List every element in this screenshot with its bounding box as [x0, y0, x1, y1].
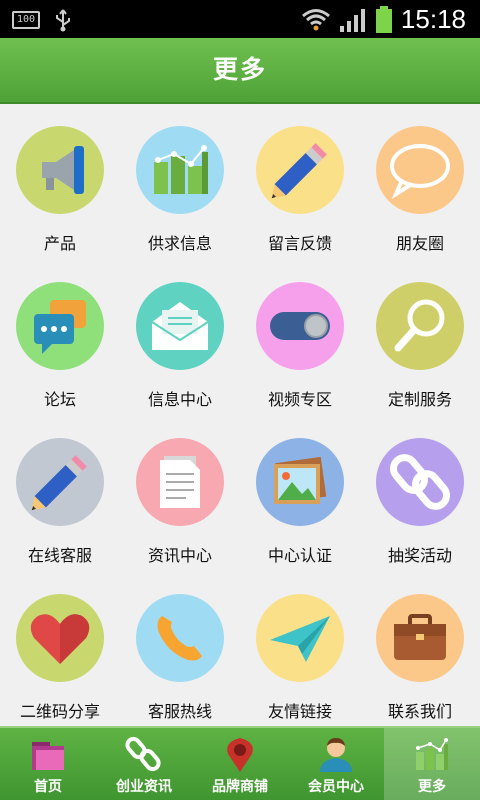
grid-item-label: 抽奖活动: [387, 546, 452, 565]
grid-item-product[interactable]: 产品: [0, 104, 120, 260]
grid-item-label: 留言反馈: [267, 234, 332, 253]
toggle-icon: [256, 282, 344, 370]
grid-item-forum[interactable]: 论坛: [0, 260, 120, 416]
megaphone-icon: [16, 126, 104, 214]
picture-icon: [256, 438, 344, 526]
grid-item-contact-us[interactable]: 联系我们: [360, 572, 480, 728]
title-bar: 更多: [0, 38, 480, 104]
tab-label: 会员中心: [308, 779, 364, 795]
tab-label: 创业资讯: [116, 779, 172, 795]
folder-icon: [32, 742, 64, 770]
grid-item-label: 中心认证: [267, 546, 332, 565]
bar-chart-icon: [136, 126, 224, 214]
grid-item-lottery[interactable]: 抽奖活动: [360, 416, 480, 572]
grid-item-label: 二维码分享: [19, 702, 100, 721]
user-icon: [320, 738, 352, 772]
grid-item-friend-links[interactable]: 友情链接: [240, 572, 360, 728]
pencil-icon: [16, 438, 104, 526]
grid-item-info-center[interactable]: 信息中心: [120, 260, 240, 416]
grid-item-supply-demand[interactable]: 供求信息: [120, 104, 240, 260]
grid-item-label: 联系我们: [387, 702, 452, 721]
grid-item-video[interactable]: 视频专区: [240, 260, 360, 416]
tab-home[interactable]: 首页: [0, 728, 96, 800]
grid-item-moments[interactable]: 朋友圈: [360, 104, 480, 260]
grid-item-label: 友情链接: [267, 702, 332, 721]
grid-item-label: 在线客服: [27, 546, 92, 565]
grid-item-hotline[interactable]: 客服热线: [120, 572, 240, 728]
document-icon: [136, 438, 224, 526]
bar-chart-icon: [416, 738, 448, 770]
feature-grid: 产品 供求信息 留言反馈 朋友圈 论坛 信息中心 视频专区 定制服务 在线客服 …: [0, 104, 480, 726]
speech-bubble-icon: [376, 126, 464, 214]
magnifier-icon: [376, 282, 464, 370]
grid-item-label: 信息中心: [147, 390, 212, 409]
wifi-icon: [301, 8, 330, 30]
grid-item-label: 定制服务: [387, 390, 452, 409]
pencil-icon: [256, 126, 344, 214]
tab-business-news[interactable]: 创业资讯: [96, 728, 192, 800]
map-pin-icon: [227, 738, 253, 772]
grid-item-custom-service[interactable]: 定制服务: [360, 260, 480, 416]
page-title: 更多: [212, 55, 267, 84]
tab-label: 更多: [418, 779, 446, 795]
grid-item-label: 视频专区: [267, 390, 332, 409]
envelope-icon: [136, 282, 224, 370]
grid-item-label: 资讯中心: [147, 546, 212, 565]
briefcase-icon: [376, 594, 464, 682]
grid-item-online-support[interactable]: 在线客服: [0, 416, 120, 572]
chat-bubbles-icon: [16, 282, 104, 370]
tab-member-center[interactable]: 会员中心: [288, 728, 384, 800]
grid-item-label: 客服热线: [147, 702, 212, 721]
grid-item-qr-share[interactable]: 二维码分享: [0, 572, 120, 728]
bottom-tab-bar: 首页 创业资讯 品牌商铺 会员中心 更多: [0, 726, 480, 800]
tab-label: 首页: [34, 779, 62, 795]
tab-brand-shops[interactable]: 品牌商铺: [192, 728, 288, 800]
battery-icon: [375, 5, 392, 33]
battery-indicator-icon: 100: [12, 11, 40, 29]
phone-icon: [136, 594, 224, 682]
chain-link-icon: [125, 736, 161, 772]
grid-item-label: 供求信息: [147, 234, 212, 253]
chain-link-icon: [376, 438, 464, 526]
status-bar: 100 15:18: [0, 0, 480, 38]
grid-item-label: 朋友圈: [395, 234, 444, 253]
grid-item-feedback[interactable]: 留言反馈: [240, 104, 360, 260]
signal-icon: [339, 8, 365, 32]
tab-label: 品牌商铺: [212, 779, 268, 795]
status-time: 15:18: [400, 4, 466, 34]
heart-icon: [16, 594, 104, 682]
grid-item-certification[interactable]: 中心认证: [240, 416, 360, 572]
paper-plane-icon: [256, 594, 344, 682]
grid-item-label: 论坛: [43, 390, 76, 409]
tab-more[interactable]: 更多: [384, 728, 480, 800]
grid-item-label: 产品: [43, 234, 76, 253]
usb-icon: [56, 9, 70, 32]
grid-item-news-center[interactable]: 资讯中心: [120, 416, 240, 572]
